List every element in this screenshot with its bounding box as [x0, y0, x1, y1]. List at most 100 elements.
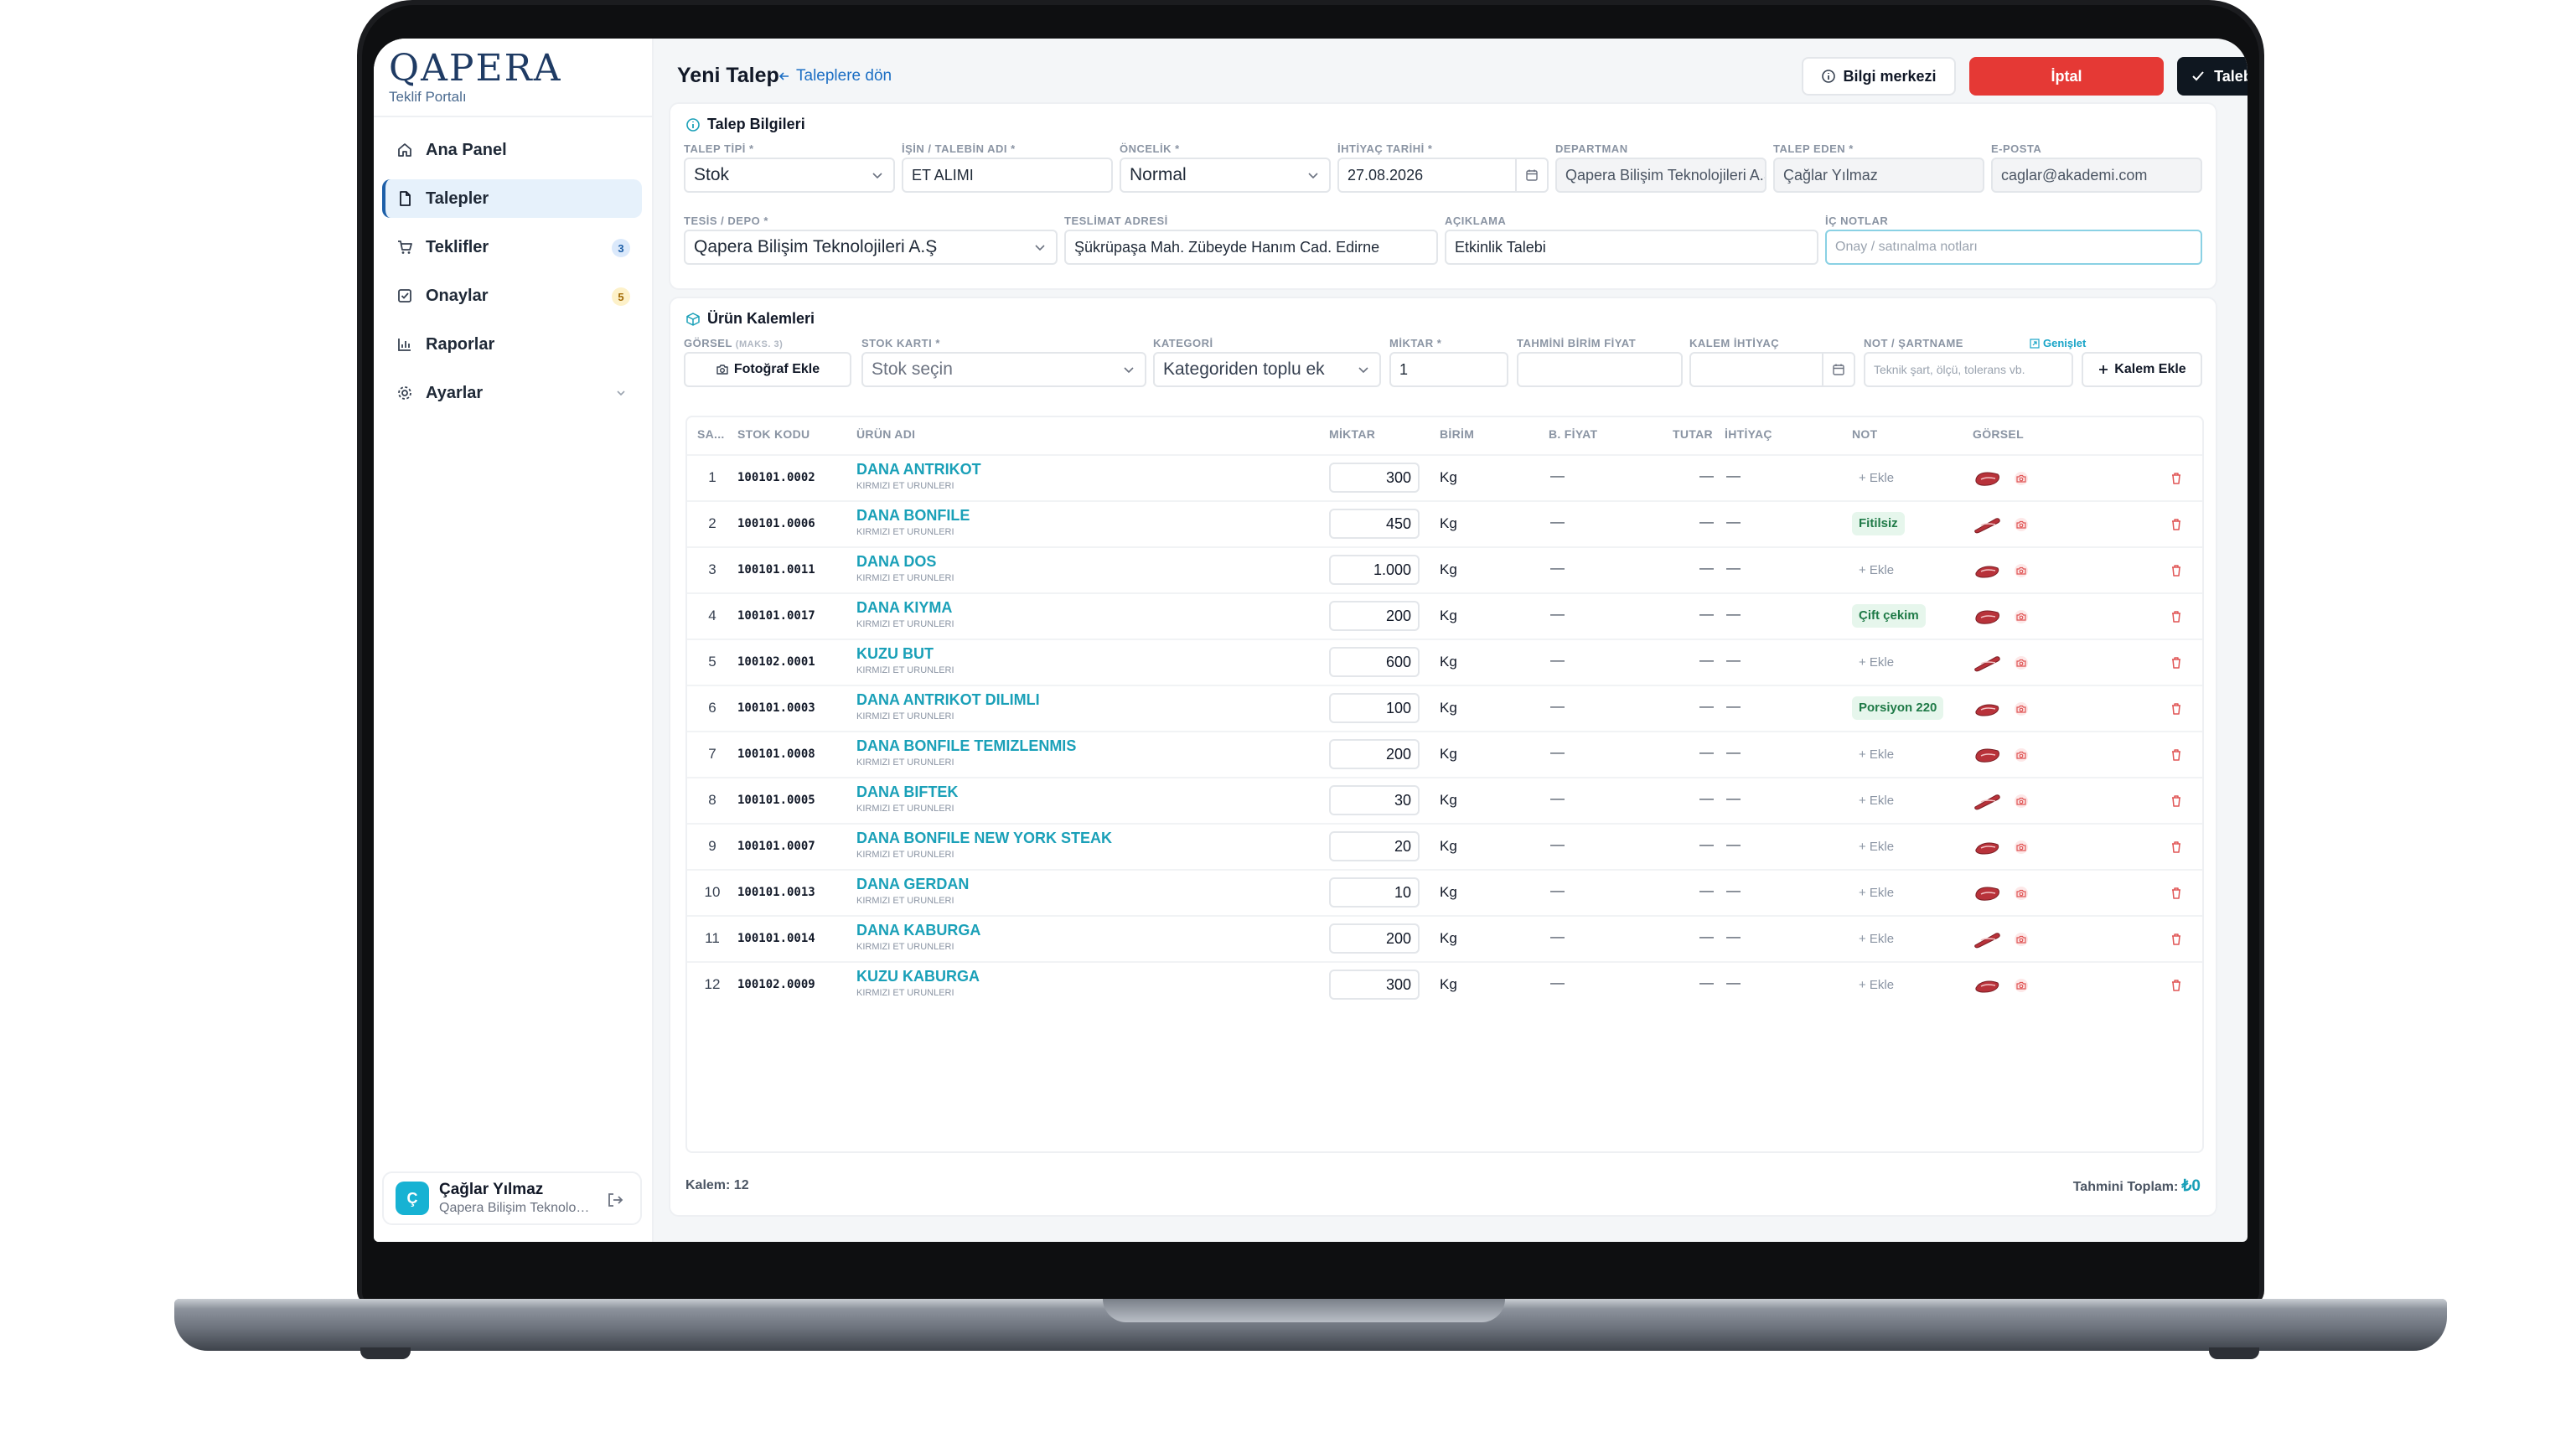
- meat-thumbnail-icon[interactable]: [1973, 744, 2003, 766]
- meat-thumbnail-icon[interactable]: [1973, 698, 2003, 720]
- user-card[interactable]: Ç Çağlar Yılmaz Qapera Bilişim Teknoloji…: [382, 1171, 642, 1225]
- product-name[interactable]: DANA DOS: [856, 553, 936, 571]
- teslimat-input[interactable]: Şükrüpaşa Mah. Zübeyde Hanım Cad. Edirne: [1064, 230, 1438, 265]
- add-note-link[interactable]: + Ekle: [1859, 840, 1894, 854]
- camera-icon[interactable]: [2013, 701, 2030, 717]
- trash-icon[interactable]: [2167, 515, 2185, 534]
- meat-thumbnail-icon[interactable]: [1973, 560, 2003, 582]
- product-name[interactable]: DANA GERDAN: [856, 876, 969, 893]
- camera-icon[interactable]: [2013, 654, 2030, 671]
- add-note-link[interactable]: + Ekle: [1859, 886, 1894, 900]
- camera-icon[interactable]: [2013, 931, 2030, 948]
- add-photo-button[interactable]: Fotoğraf Ekle: [684, 352, 851, 387]
- product-name[interactable]: KUZU BUT: [856, 645, 934, 663]
- quantity-input[interactable]: 300: [1329, 463, 1420, 493]
- sidebar-item-raporlar[interactable]: Raporlar: [382, 325, 642, 364]
- calendar-icon[interactable]: [1515, 159, 1547, 191]
- camera-icon[interactable]: [2013, 470, 2030, 487]
- meat-thumbnail-icon[interactable]: [1973, 882, 2003, 904]
- quantity-input[interactable]: 200: [1329, 739, 1420, 769]
- tesis-select[interactable]: Qapera Bilişim Teknolojileri A.Ş: [684, 230, 1058, 265]
- trash-icon[interactable]: [2167, 976, 2185, 995]
- logout-icon[interactable]: [605, 1190, 625, 1210]
- miktar-input[interactable]: 1: [1389, 352, 1508, 387]
- brand-logo[interactable]: QAPERA: [389, 50, 561, 87]
- camera-icon[interactable]: [2013, 562, 2030, 579]
- quantity-input[interactable]: 600: [1329, 647, 1420, 677]
- calendar-icon[interactable]: [1822, 354, 1854, 385]
- sidebar-item-teklifler[interactable]: Teklifler 3: [382, 228, 642, 266]
- sidebar-item-talepler[interactable]: Talepler: [382, 179, 642, 218]
- product-name[interactable]: DANA BONFILE NEW YORK STEAK: [856, 830, 1112, 847]
- expand-link[interactable]: Genişlet: [2030, 337, 2086, 349]
- back-link[interactable]: Taleplere dön: [778, 67, 892, 85]
- note-tag[interactable]: Fitilsiz: [1852, 512, 1905, 535]
- meat-thumbnail-icon[interactable]: [1973, 468, 2003, 489]
- add-note-link[interactable]: + Ekle: [1859, 978, 1894, 992]
- camera-icon[interactable]: [2013, 747, 2030, 763]
- sidebar-item-ayarlar[interactable]: Ayarlar: [382, 374, 642, 412]
- cancel-button[interactable]: İptal: [1969, 57, 2164, 96]
- meat-thumbnail-icon[interactable]: [1973, 652, 2003, 674]
- camera-icon[interactable]: [2013, 516, 2030, 533]
- trash-icon[interactable]: [2167, 469, 2185, 488]
- meat-thumbnail-icon[interactable]: [1973, 928, 2003, 950]
- sidebar-item-onaylar[interactable]: Onaylar 5: [382, 277, 642, 315]
- camera-icon[interactable]: [2013, 885, 2030, 902]
- trash-icon[interactable]: [2167, 561, 2185, 580]
- quantity-input[interactable]: 1.000: [1329, 555, 1420, 585]
- camera-icon[interactable]: [2013, 977, 2030, 994]
- meat-thumbnail-icon[interactable]: [1973, 975, 2003, 996]
- birim-fiyat-input[interactable]: [1517, 352, 1683, 387]
- add-note-link[interactable]: + Ekle: [1859, 563, 1894, 577]
- camera-icon[interactable]: [2013, 839, 2030, 856]
- oncelik-select[interactable]: Normal: [1120, 158, 1331, 193]
- trash-icon[interactable]: [2167, 654, 2185, 672]
- meat-thumbnail-icon[interactable]: [1973, 606, 2003, 628]
- add-item-button[interactable]: Kalem Ekle: [2082, 352, 2202, 387]
- talep-tipi-select[interactable]: Stok: [684, 158, 895, 193]
- add-note-link[interactable]: + Ekle: [1859, 932, 1894, 946]
- camera-icon[interactable]: [2013, 608, 2030, 625]
- add-note-link[interactable]: + Ekle: [1859, 471, 1894, 485]
- trash-icon[interactable]: [2167, 884, 2185, 902]
- quantity-input[interactable]: 200: [1329, 923, 1420, 954]
- quantity-input[interactable]: 450: [1329, 509, 1420, 539]
- product-name[interactable]: DANA BONFILE: [856, 507, 970, 525]
- not-input[interactable]: Teknik şart, ölçü, tolerans vb.: [1864, 352, 2073, 387]
- note-tag[interactable]: Çift çekim: [1852, 604, 1926, 628]
- add-note-link[interactable]: + Ekle: [1859, 794, 1894, 808]
- trash-icon[interactable]: [2167, 608, 2185, 626]
- quantity-input[interactable]: 10: [1329, 877, 1420, 908]
- quantity-input[interactable]: 100: [1329, 693, 1420, 723]
- kategori-select[interactable]: Kategoriden toplu ek: [1153, 352, 1381, 387]
- kalem-ihtiyac-input[interactable]: [1689, 352, 1855, 387]
- product-name[interactable]: DANA ANTRIKOT DILIMLI: [856, 691, 1040, 709]
- stok-karti-select[interactable]: Stok seçin: [861, 352, 1146, 387]
- quantity-input[interactable]: 300: [1329, 970, 1420, 1000]
- trash-icon[interactable]: [2167, 838, 2185, 856]
- product-name[interactable]: DANA BONFILE TEMIZLENMIS: [856, 737, 1076, 755]
- ic-notlar-input[interactable]: Onay / satınalma notları: [1825, 230, 2202, 265]
- chevron-down-icon[interactable]: [612, 384, 630, 402]
- quantity-input[interactable]: 200: [1329, 601, 1420, 631]
- isin-adi-input[interactable]: ET ALIMI: [902, 158, 1113, 193]
- info-center-button[interactable]: Bilgi merkezi: [1802, 57, 1956, 96]
- quantity-input[interactable]: 20: [1329, 831, 1420, 861]
- add-note-link[interactable]: + Ekle: [1859, 655, 1894, 670]
- meat-thumbnail-icon[interactable]: [1973, 514, 2003, 535]
- sidebar-item-ana-panel[interactable]: Ana Panel: [382, 131, 642, 169]
- trash-icon[interactable]: [2167, 930, 2185, 949]
- ihtiyac-tarihi-input[interactable]: 27.08.2026: [1337, 158, 1549, 193]
- product-name[interactable]: DANA KIYMA: [856, 599, 952, 617]
- note-tag[interactable]: Porsiyon 220: [1852, 696, 1944, 720]
- product-name[interactable]: KUZU KABURGA: [856, 968, 980, 985]
- aciklama-input[interactable]: Etkinlik Talebi: [1445, 230, 1818, 265]
- product-name[interactable]: DANA KABURGA: [856, 922, 980, 939]
- quantity-input[interactable]: 30: [1329, 785, 1420, 815]
- trash-icon[interactable]: [2167, 746, 2185, 764]
- save-request-button[interactable]: Talebi Kaydet: [2177, 57, 2248, 96]
- camera-icon[interactable]: [2013, 793, 2030, 809]
- meat-thumbnail-icon[interactable]: [1973, 836, 2003, 858]
- trash-icon[interactable]: [2167, 700, 2185, 718]
